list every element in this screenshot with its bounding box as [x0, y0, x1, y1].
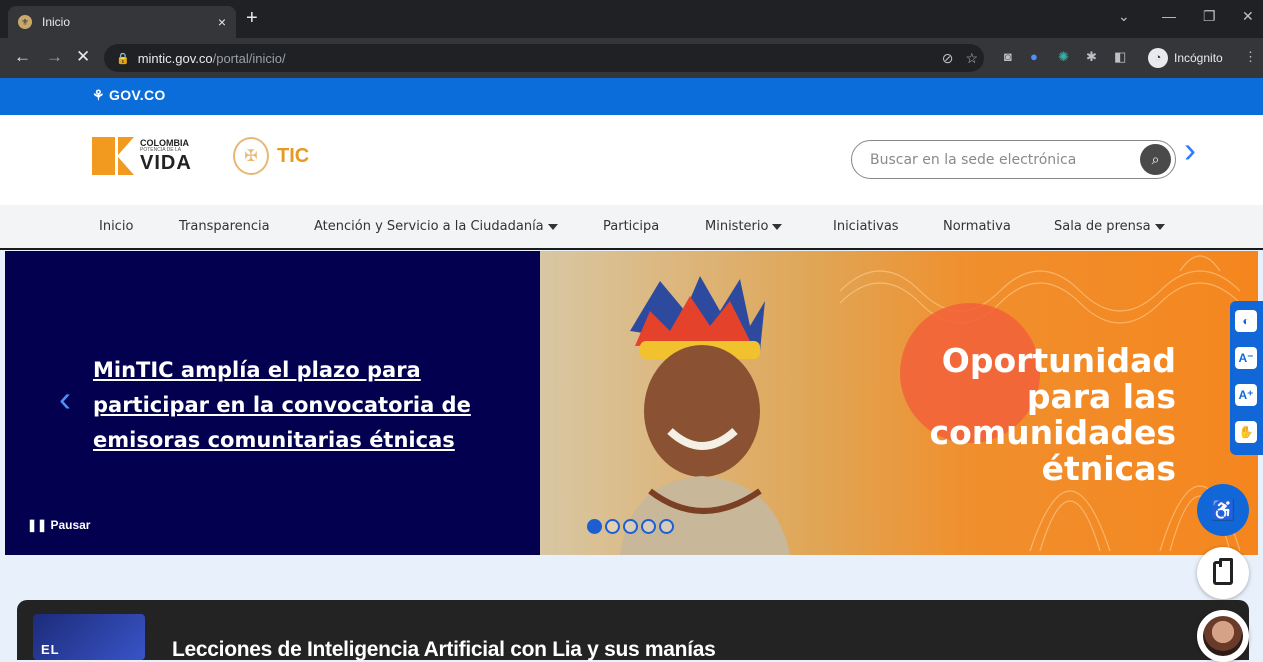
restore-icon[interactable]: ❐ [1203, 8, 1216, 25]
featured-content-card[interactable]: EL ALGORITMO Lecciones de Inteligencia A… [17, 600, 1249, 662]
hero-photo-woman [620, 276, 790, 555]
search-icon[interactable]: ⌕ [1140, 144, 1171, 175]
caret-down-icon [1154, 223, 1165, 230]
increase-font-icon[interactable]: A⁺ [1235, 384, 1257, 406]
pause-label: Pausar [50, 518, 91, 532]
forward-icon[interactable]: → [46, 48, 63, 66]
carousel-dot[interactable] [659, 519, 674, 534]
new-tab-button[interactable]: + [246, 8, 258, 28]
check-extension-icon[interactable]: ● [1030, 49, 1038, 64]
govco-logo[interactable]: ⚘ GOV.CO [92, 87, 166, 104]
carousel-dot[interactable] [641, 519, 656, 534]
url-path: /portal/inicio/ [212, 50, 286, 66]
logo-line3: VIDA [140, 152, 192, 174]
nav-item-inicio[interactable]: Inicio [99, 219, 133, 234]
back-icon[interactable]: ← [14, 48, 31, 66]
tab-search-icon[interactable]: ⌄ [1118, 8, 1130, 25]
eye-off-icon[interactable]: ⊘ [942, 50, 954, 67]
nav-item-sala-prensa[interactable]: Sala de prensa [1054, 219, 1165, 234]
govco-bar: ⚘ GOV.CO [0, 78, 1263, 115]
decrease-font-icon[interactable]: A⁻ [1235, 347, 1257, 369]
tic-label: TIC [277, 144, 310, 167]
caret-down-icon [772, 223, 783, 230]
search-box: ⌕ [851, 140, 1176, 179]
search-input[interactable] [870, 149, 1120, 171]
carousel-dot[interactable] [605, 519, 620, 534]
nav-item-participa[interactable]: Participa [603, 219, 659, 234]
site-header: COLOMBIA POTENCIA DE LA VIDA ✠ TIC ⌕ [0, 115, 1263, 205]
camera-extension-icon[interactable]: ◙ [1004, 49, 1012, 64]
hero-slogan: Oportunidad para las comunidades étnicas [930, 343, 1176, 487]
incognito-label: Incógnito [1174, 51, 1223, 65]
browser-toolbar: ← → ✕ 🔒 mintic.gov.co/portal/inicio/ ⊘ ☆… [0, 38, 1263, 78]
card-title[interactable]: Lecciones de Inteligencia Artificial con… [172, 638, 716, 662]
carousel-indicators [587, 519, 674, 534]
avatar-icon [1203, 616, 1243, 656]
clipboard-icon [1213, 558, 1233, 585]
thumbnail-text: EL ALGORITMO [41, 642, 128, 660]
accessibility-toolbar: ◐ A⁻ A⁺ ✋ [1230, 301, 1263, 455]
incognito-badge[interactable]: ◔ Incógnito [1148, 46, 1223, 70]
browser-tab[interactable]: ⚜ Inicio × [8, 6, 236, 38]
bookmark-star-icon[interactable]: ☆ [965, 50, 978, 67]
accessibility-help-icon[interactable]: ♿ [1197, 484, 1249, 536]
mintic-logo[interactable]: ✠ TIC [233, 137, 309, 175]
window-close-icon[interactable]: ✕ [1242, 8, 1254, 25]
nav-label: Iniciativas [833, 219, 899, 234]
tab-title: Inicio [42, 15, 71, 29]
chat-avatar-button[interactable] [1197, 610, 1249, 662]
nav-label: Transparencia [179, 219, 270, 234]
address-bar[interactable]: 🔒 mintic.gov.co/portal/inicio/ ⊘ ☆ [104, 44, 984, 72]
carousel-next-icon[interactable]: › [1184, 132, 1196, 168]
hero-headline-link[interactable]: MinTIC amplía el plazo para participar e… [93, 353, 533, 458]
slogan-line: Oportunidad [941, 341, 1176, 380]
main-nav: Inicio Transparencia Atención y Servicio… [0, 205, 1263, 250]
slogan-line: comunidades [929, 413, 1176, 452]
nav-label: Sala de prensa [1054, 219, 1151, 234]
tab-close-icon[interactable]: × [218, 14, 226, 30]
carousel-prev-icon[interactable]: ‹ [59, 381, 71, 417]
ai-extension-icon[interactable]: ✺ [1058, 49, 1069, 65]
lock-icon[interactable]: 🔒 [116, 52, 130, 65]
pause-button[interactable]: ❚❚ Pausar [27, 518, 90, 532]
pause-icon: ❚❚ [27, 518, 48, 532]
nav-item-transparencia[interactable]: Transparencia [179, 219, 270, 234]
card-thumbnail: EL ALGORITMO [33, 614, 145, 660]
colombia-potencia-logo[interactable]: COLOMBIA POTENCIA DE LA VIDA [92, 137, 192, 175]
nav-item-ministerio[interactable]: Ministerio [705, 219, 783, 234]
colombia-chevron-icon [92, 137, 134, 175]
site-favicon-icon: ⚜ [18, 15, 32, 29]
nav-label: Atención y Servicio a la Ciudadanía [314, 219, 544, 234]
coat-of-arms-icon: ✠ [233, 137, 269, 175]
nav-item-normativa[interactable]: Normativa [943, 219, 1011, 234]
extensions-puzzle-icon[interactable]: ✱ [1086, 49, 1097, 65]
nav-label: Participa [603, 219, 660, 234]
nav-label: Inicio [99, 219, 134, 234]
hero-image-panel: Oportunidad para las comunidades étnicas [540, 251, 1258, 555]
sign-language-icon[interactable]: ✋ [1235, 421, 1257, 443]
contrast-icon[interactable]: ◐ [1235, 310, 1257, 332]
hero-text-panel: ‹ MinTIC amplía el plazo para participar… [5, 251, 540, 555]
caret-down-icon [547, 223, 558, 230]
govco-logo-text: GOV.CO [109, 87, 166, 103]
incognito-icon: ◔ [1148, 48, 1168, 68]
stop-loading-icon[interactable]: ✕ [76, 48, 90, 66]
clipboard-button[interactable] [1197, 547, 1249, 599]
minimize-icon[interactable]: — [1162, 8, 1176, 24]
slogan-line: para las [1026, 377, 1176, 416]
carousel-dot[interactable] [623, 519, 638, 534]
carousel-dot[interactable] [587, 519, 602, 534]
url-domain: mintic.gov.co [137, 50, 213, 66]
nav-item-atencion[interactable]: Atención y Servicio a la Ciudadanía [314, 219, 558, 234]
browser-tabbar: ⚜ Inicio × + ⌄ — ❐ ✕ [0, 0, 1263, 38]
slogan-line: étnicas [1041, 449, 1176, 488]
nav-label: Normativa [943, 219, 1011, 234]
nav-item-iniciativas[interactable]: Iniciativas [833, 219, 899, 234]
hero-carousel: ‹ MinTIC amplía el plazo para participar… [5, 251, 1258, 555]
browser-menu-icon[interactable]: ⋮ [1244, 49, 1257, 65]
nav-label: Ministerio [705, 219, 769, 234]
side-panel-icon[interactable]: ◧ [1114, 49, 1126, 65]
